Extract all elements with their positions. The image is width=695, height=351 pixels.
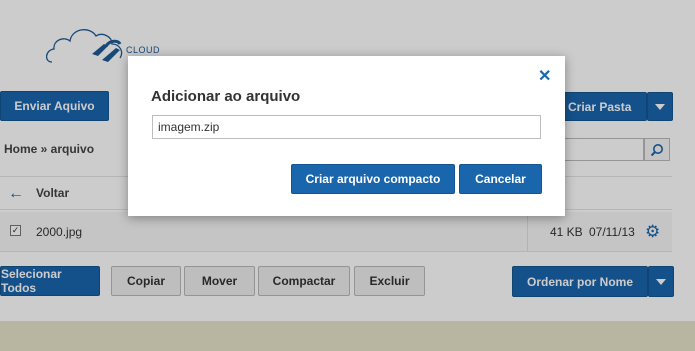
create-archive-button[interactable]: Criar arquivo compacto: [291, 164, 455, 194]
archive-name-input[interactable]: [152, 115, 541, 139]
add-to-archive-dialog: ✕ Adicionar ao arquivo Criar arquivo com…: [128, 56, 565, 216]
close-icon[interactable]: ✕: [538, 66, 551, 86]
cancel-button[interactable]: Cancelar: [459, 164, 542, 194]
dialog-title: Adicionar ao arquivo: [151, 88, 301, 105]
